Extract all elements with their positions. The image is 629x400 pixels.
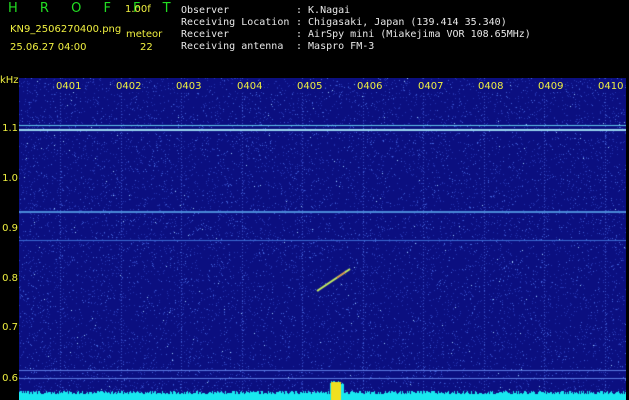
x-tick-label: 0401 (55, 81, 83, 92)
app-brand: H R O F F T (8, 1, 180, 16)
info-label-location: Receiving Location (181, 17, 290, 28)
image-filename: KN9_2506270400.png (10, 24, 122, 35)
x-tick-label: 0407 (417, 81, 445, 92)
x-tick-label: 0410 (597, 81, 625, 92)
info-value-receiver: : AirSpy mini (Miakejima VOR 108.65MHz) (296, 29, 531, 40)
x-tick-label: 0402 (115, 81, 143, 92)
x-tick-label: 0409 (537, 81, 565, 92)
x-tick-label: 0406 (356, 81, 384, 92)
y-tick-label: 0.9 (2, 223, 18, 234)
info-value-location: : Chigasaki, Japan (139.414 35.340) (296, 17, 507, 28)
capture-timestamp: 25.06.27 04:00 (10, 42, 87, 53)
meteor-label: meteor (126, 29, 163, 40)
info-label-antenna: Receiving antenna (181, 41, 284, 52)
x-tick-label: 0408 (477, 81, 505, 92)
spectrogram (19, 78, 626, 400)
info-value-antenna: : Maspro FM-3 (296, 41, 375, 52)
hrofft-window: H R O F F T 1.00f KN9_2506270400.png 25.… (0, 0, 629, 400)
y-tick-label: 0.6 (2, 373, 18, 384)
info-label-receiver: Receiver (181, 29, 230, 40)
info-label-observer: Observer (181, 5, 230, 16)
app-version: 1.00f (125, 4, 151, 15)
x-tick-label: 0403 (175, 81, 203, 92)
y-tick-label: 1.1 (2, 123, 18, 134)
info-value-observer: : K.Nagai (296, 5, 351, 16)
y-tick-label: 1.0 (2, 173, 18, 184)
x-tick-label: 0405 (296, 81, 324, 92)
x-tick-label: 0404 (236, 81, 264, 92)
y-unit-label: kHz (0, 75, 19, 86)
y-tick-label: 0.8 (2, 273, 18, 284)
meteor-count: 22 (140, 42, 153, 53)
y-tick-label: 0.7 (2, 322, 18, 333)
